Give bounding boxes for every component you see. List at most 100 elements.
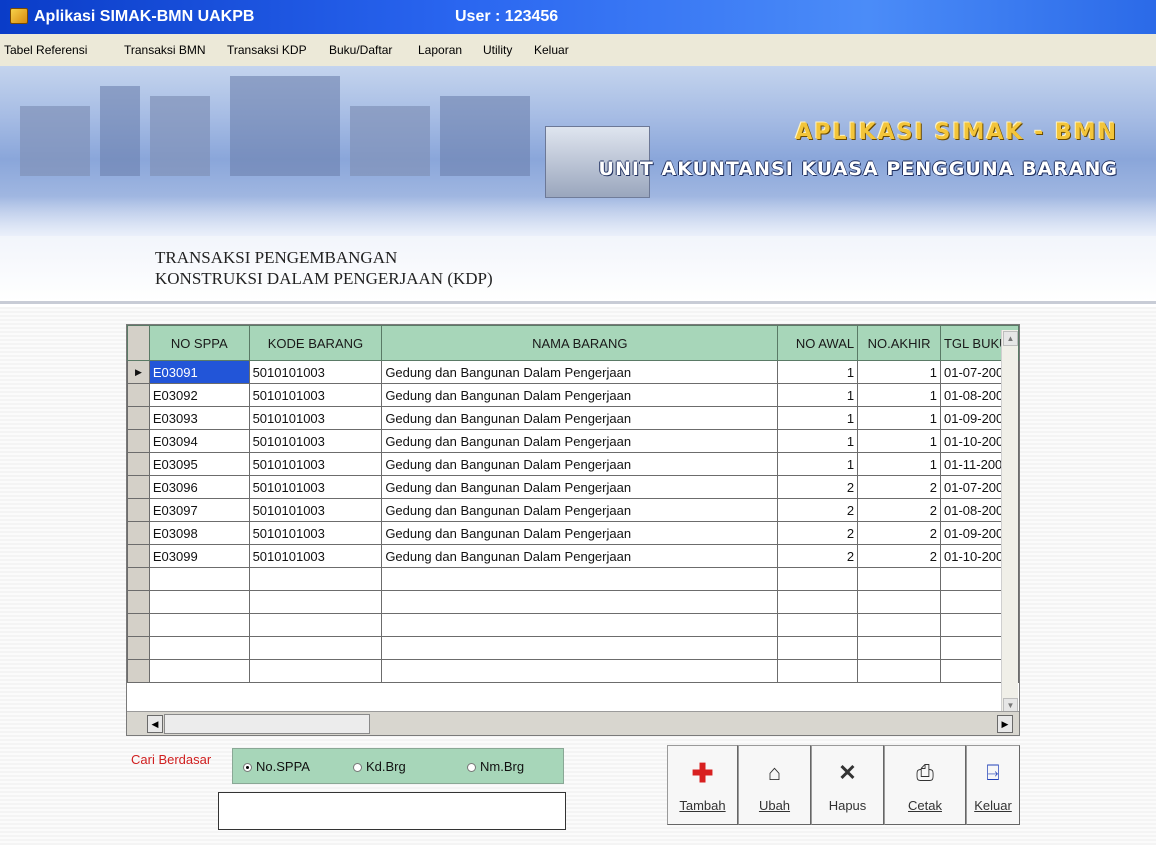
- table-row[interactable]: E03096 5010101003 Gedung dan Bangunan Dala…: [127, 475, 1019, 499]
- cell-kode-barang[interactable]: 5010101003: [248, 383, 383, 407]
- cell-kode-barang[interactable]: 5010101003: [248, 521, 383, 545]
- empty-cell[interactable]: [248, 659, 383, 683]
- cell-no-awal[interactable]: 1: [777, 360, 859, 384]
- empty-cell[interactable]: [857, 613, 941, 637]
- empty-cell[interactable]: [857, 567, 941, 591]
- table-row[interactable]: ▶ E03091 5010101003 Gedung dan Bangunan Dal…: [127, 360, 1019, 384]
- cell-no-sppa[interactable]: E03093: [148, 406, 250, 430]
- empty-cell[interactable]: [248, 636, 383, 660]
- menu-utility[interactable]: Utility: [483, 34, 512, 66]
- cell-no-sppa[interactable]: E03097: [148, 498, 250, 522]
- menu-keluar[interactable]: Keluar: [534, 34, 569, 66]
- search-input[interactable]: [218, 792, 566, 830]
- empty-cell[interactable]: [857, 636, 941, 660]
- cell-nama-barang[interactable]: Gedung dan Bangunan Dalam Pengerjaan: [381, 406, 779, 430]
- empty-cell[interactable]: [248, 590, 383, 614]
- cell-no-awal[interactable]: 2: [777, 544, 859, 568]
- empty-cell[interactable]: [381, 659, 779, 683]
- cell-no-awal[interactable]: 2: [777, 475, 859, 499]
- scroll-left-arrow-icon[interactable]: ◀: [147, 715, 163, 733]
- table-row[interactable]: E03097 5010101003 Gedung dan Bangunan Dala…: [127, 498, 1019, 522]
- hapus-button[interactable]: ✕ Hapus: [811, 745, 884, 825]
- menu-buku-daftar[interactable]: Buku/Daftar: [329, 34, 392, 66]
- cell-no-akhir[interactable]: 1: [857, 360, 941, 384]
- cell-no-akhir[interactable]: 2: [857, 475, 941, 499]
- table-row[interactable]: E03094 5010101003 Gedung dan Bangunan Dala…: [127, 429, 1019, 453]
- empty-table-row[interactable]: [127, 567, 1019, 591]
- cell-nama-barang[interactable]: Gedung dan Bangunan Dalam Pengerjaan: [381, 360, 779, 384]
- row-indicator[interactable]: [127, 498, 150, 522]
- cell-no-awal[interactable]: 2: [777, 498, 859, 522]
- column-header-nama-barang[interactable]: NAMA BARANG: [381, 325, 779, 361]
- radio-kd-brg[interactable]: Kd.Brg: [353, 759, 406, 774]
- empty-cell[interactable]: [381, 636, 779, 660]
- keluar-button[interactable]: ⍈ Keluar: [966, 745, 1020, 825]
- cell-kode-barang[interactable]: 5010101003: [248, 429, 383, 453]
- empty-table-row[interactable]: [127, 613, 1019, 637]
- menu-transaksi-kdp[interactable]: Transaksi KDP: [227, 34, 307, 66]
- cell-nama-barang[interactable]: Gedung dan Bangunan Dalam Pengerjaan: [381, 452, 779, 476]
- empty-cell[interactable]: [248, 567, 383, 591]
- cell-no-akhir[interactable]: 1: [857, 383, 941, 407]
- empty-cell[interactable]: [777, 567, 859, 591]
- table-row[interactable]: E03093 5010101003 Gedung dan Bangunan Dala…: [127, 406, 1019, 430]
- row-indicator[interactable]: [127, 544, 150, 568]
- empty-table-row[interactable]: [127, 636, 1019, 660]
- data-grid[interactable]: NO SPPA KODE BARANG NAMA BARANG NO AWAL …: [126, 324, 1020, 736]
- empty-cell[interactable]: [381, 590, 779, 614]
- cell-kode-barang[interactable]: 5010101003: [248, 498, 383, 522]
- horizontal-scrollbar[interactable]: ◀ ▶: [127, 711, 1019, 735]
- current-row-pointer-icon[interactable]: ▶: [127, 360, 150, 384]
- empty-cell[interactable]: [148, 590, 250, 614]
- cell-no-sppa[interactable]: E03096: [148, 475, 250, 499]
- cell-no-akhir[interactable]: 2: [857, 498, 941, 522]
- cell-no-akhir[interactable]: 1: [857, 406, 941, 430]
- scroll-right-arrow-icon[interactable]: ▶: [997, 715, 1013, 733]
- cell-no-awal[interactable]: 1: [777, 452, 859, 476]
- table-row[interactable]: E03098 5010101003 Gedung dan Bangunan Dala…: [127, 521, 1019, 545]
- cell-no-akhir[interactable]: 1: [857, 452, 941, 476]
- empty-cell[interactable]: [381, 613, 779, 637]
- empty-cell[interactable]: [127, 659, 150, 683]
- cell-no-awal[interactable]: 1: [777, 383, 859, 407]
- empty-cell[interactable]: [127, 567, 150, 591]
- row-indicator[interactable]: [127, 429, 150, 453]
- empty-table-row[interactable]: [127, 590, 1019, 614]
- empty-cell[interactable]: [148, 567, 250, 591]
- ubah-button[interactable]: ⌂ Ubah: [738, 745, 811, 825]
- cell-no-awal[interactable]: 2: [777, 521, 859, 545]
- column-header-kode-barang[interactable]: KODE BARANG: [248, 325, 383, 361]
- radio-nm-brg[interactable]: Nm.Brg: [467, 759, 524, 774]
- table-row[interactable]: E03092 5010101003 Gedung dan Bangunan Dala…: [127, 383, 1019, 407]
- empty-cell[interactable]: [381, 567, 779, 591]
- menu-tabel-referensi[interactable]: Tabel Referensi: [4, 34, 87, 66]
- cell-no-sppa[interactable]: E03095: [148, 452, 250, 476]
- menu-transaksi-bmn[interactable]: Transaksi BMN: [124, 34, 206, 66]
- row-indicator[interactable]: [127, 383, 150, 407]
- cell-no-akhir[interactable]: 1: [857, 429, 941, 453]
- empty-cell[interactable]: [127, 590, 150, 614]
- row-indicator[interactable]: [127, 521, 150, 545]
- cetak-button[interactable]: ⎙ Cetak: [884, 745, 966, 825]
- cell-no-sppa[interactable]: E03092: [148, 383, 250, 407]
- scroll-up-arrow-icon[interactable]: ▲: [1003, 331, 1018, 346]
- cell-kode-barang[interactable]: 5010101003: [248, 452, 383, 476]
- row-indicator[interactable]: [127, 406, 150, 430]
- cell-nama-barang[interactable]: Gedung dan Bangunan Dalam Pengerjaan: [381, 521, 779, 545]
- empty-cell[interactable]: [127, 636, 150, 660]
- empty-cell[interactable]: [777, 636, 859, 660]
- column-header-no-akhir[interactable]: NO.AKHIR: [857, 325, 941, 361]
- cell-no-sppa[interactable]: E03099: [148, 544, 250, 568]
- empty-table-row[interactable]: [127, 659, 1019, 683]
- cell-kode-barang[interactable]: 5010101003: [248, 475, 383, 499]
- cell-no-akhir[interactable]: 2: [857, 544, 941, 568]
- tambah-button[interactable]: ✚ Tambah: [667, 745, 738, 825]
- cell-no-sppa[interactable]: E03091: [148, 360, 250, 384]
- column-header-no-sppa[interactable]: NO SPPA: [148, 325, 250, 361]
- row-indicator[interactable]: [127, 452, 150, 476]
- table-row[interactable]: E03099 5010101003 Gedung dan Bangunan Dala…: [127, 544, 1019, 568]
- row-indicator[interactable]: [127, 475, 150, 499]
- cell-nama-barang[interactable]: Gedung dan Bangunan Dalam Pengerjaan: [381, 383, 779, 407]
- cell-nama-barang[interactable]: Gedung dan Bangunan Dalam Pengerjaan: [381, 544, 779, 568]
- cell-nama-barang[interactable]: Gedung dan Bangunan Dalam Pengerjaan: [381, 475, 779, 499]
